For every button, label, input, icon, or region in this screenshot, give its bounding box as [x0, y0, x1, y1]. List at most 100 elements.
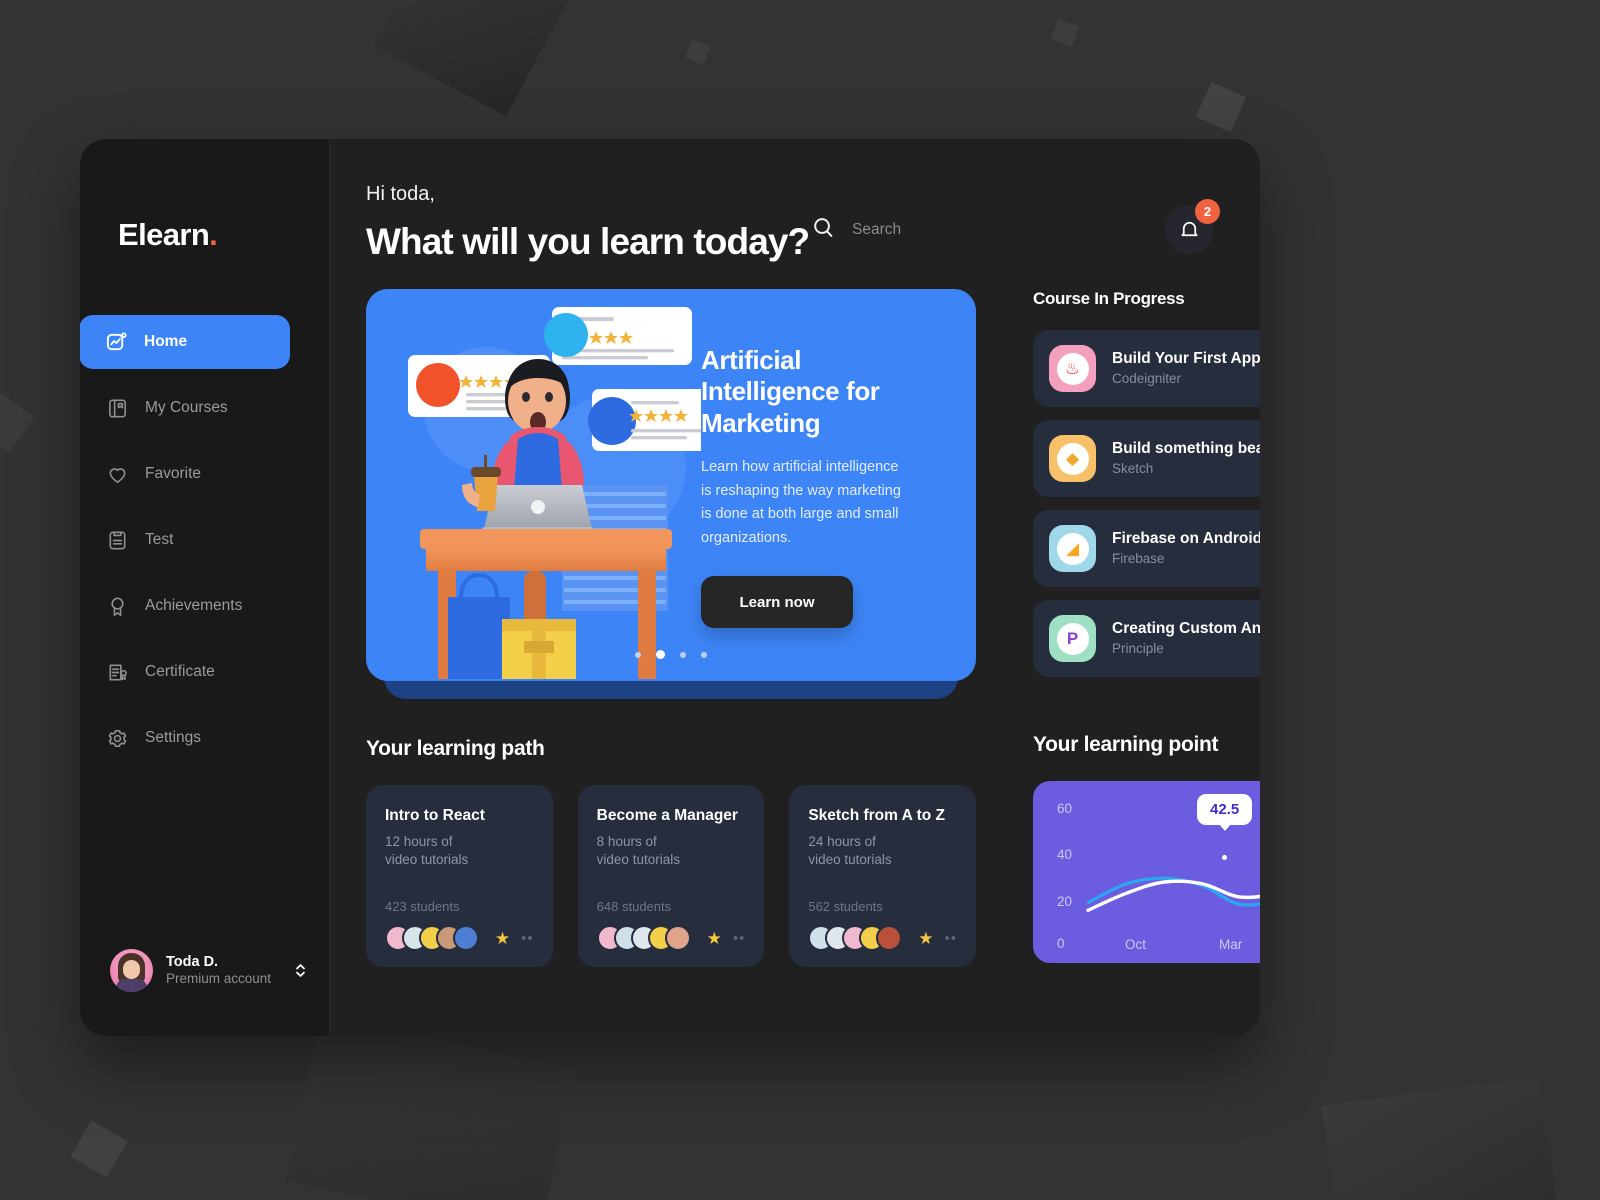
hero-title: Artificial Intelligence for Marketing — [701, 345, 880, 438]
bg-shape — [1195, 81, 1247, 133]
sidebar-item-home[interactable]: Home — [80, 315, 290, 369]
section-title-course-in-progress: Course In Progress — [1033, 289, 1185, 308]
hero-banner: Artificial Intelligence for Marketing Le… — [366, 289, 976, 681]
sidebar-item-my-courses[interactable]: My Courses — [80, 381, 329, 435]
learning-path-card[interactable]: Intro to React 12 hours of video tutorial… — [366, 785, 553, 967]
medal-icon — [106, 595, 129, 618]
course-platform: Codeigniter — [1112, 370, 1182, 386]
notification-badge: 2 — [1195, 199, 1220, 224]
course-in-progress-section: Course In Progress ♨ Build Your First Ap… — [1033, 289, 1260, 677]
x-tick-mar: Mar — [1219, 937, 1243, 952]
bg-shape — [684, 38, 712, 66]
sketch-icon: ◆ — [1049, 435, 1096, 482]
bg-shape — [285, 1014, 575, 1200]
course-item[interactable]: ◆ Build something beautiful Sketch › — [1033, 420, 1260, 497]
card-title: Sketch from A to Z — [808, 807, 945, 824]
app-window: Elearn. Home My Courses Favorite Test Ac… — [80, 139, 1260, 1036]
course-platform: Firebase — [1112, 550, 1165, 566]
gear-icon — [106, 727, 129, 750]
card-hours: 8 hours of video tutorials — [596, 834, 680, 868]
sidebar-item-settings[interactable]: Settings — [80, 711, 329, 765]
home-chart-icon — [105, 331, 128, 354]
y-tick-60: 60 — [1057, 801, 1073, 816]
carousel-dot[interactable] — [635, 651, 641, 658]
learning-point-section: Your learning point 60 40 20 0 Oct Mar J… — [1033, 733, 1260, 963]
course-item[interactable]: ◢ Firebase on Android: Cloud Fire Fireba… — [1033, 510, 1260, 587]
codeigniter-icon: ♨ — [1049, 345, 1096, 392]
learning-point-chart[interactable]: 60 40 20 0 Oct Mar Jul Aug 42.5 — [1033, 781, 1260, 963]
bg-shape — [0, 391, 35, 453]
sidebar-item-label: Home — [144, 333, 188, 350]
search-input[interactable] — [852, 220, 1072, 239]
carousel-dots — [366, 650, 976, 659]
firebase-icon: ◢ — [1049, 525, 1096, 572]
topbar: Hi toda, What will you learn today? Sear… — [366, 183, 1220, 263]
bg-shape — [1321, 1075, 1559, 1200]
book-icon — [106, 397, 129, 420]
sidebar-item-test[interactable]: Test — [80, 513, 329, 567]
card-students: 423 students — [385, 899, 460, 914]
course-platform: Principle — [1112, 640, 1164, 656]
y-tick-0: 0 — [1057, 936, 1065, 951]
card-students: 648 students — [596, 899, 672, 914]
principle-icon: P — [1049, 615, 1096, 662]
course-platform: Sketch — [1112, 460, 1154, 476]
chart-point-marker — [1222, 855, 1227, 860]
star-icon[interactable]: ★ — [918, 930, 933, 947]
learning-path-card[interactable]: Sketch from A to Z 24 hours of video tuto… — [789, 785, 977, 967]
hero-description: Learn how artificial intelligence is res… — [701, 459, 901, 546]
y-tick-20: 20 — [1057, 894, 1073, 909]
sidebar-item-label: Achievements — [145, 597, 243, 614]
course-name: Creating Custom Animations — [1112, 619, 1260, 637]
sidebar-item-label: Favorite — [145, 465, 201, 482]
hero-carousel: Artificial Intelligence for Marketing Le… — [366, 289, 976, 699]
more-options-icon[interactable]: •• — [733, 931, 746, 946]
carousel-dot[interactable] — [680, 651, 686, 658]
brand-logo[interactable]: Elearn. — [80, 139, 329, 253]
card-title: Intro to React — [385, 807, 485, 824]
star-icon[interactable]: ★ — [707, 930, 722, 947]
avatar-stack — [385, 925, 479, 951]
sidebar-item-label: Certificate — [145, 663, 215, 680]
user-account-switcher[interactable]: Toda D. Premium account — [80, 949, 329, 1036]
y-tick-40: 40 — [1057, 847, 1073, 862]
course-name: Firebase on Android: Cloud Fire — [1112, 529, 1260, 547]
card-hours: 12 hours of video tutorials — [385, 834, 469, 868]
avatar-stack — [596, 925, 691, 951]
hero-illustration — [366, 289, 722, 681]
clipboard-icon — [106, 529, 129, 552]
more-options-icon[interactable]: •• — [945, 931, 958, 946]
sidebar-item-certificate[interactable]: Certificate — [80, 645, 329, 699]
learn-now-button[interactable]: Learn now — [701, 576, 853, 629]
course-item[interactable]: ♨ Build Your First Application Codeignit… — [1033, 330, 1260, 407]
search-bar[interactable] — [811, 215, 1111, 245]
brand-dot: . — [209, 217, 218, 252]
sidebar-item-favorite[interactable]: Favorite — [80, 447, 329, 501]
sidebar-item-label: My Courses — [145, 399, 228, 416]
sidebar-nav: Home My Courses Favorite Test Achievemen… — [80, 315, 329, 766]
carousel-dot-active[interactable] — [656, 650, 665, 659]
sidebar-item-label: Settings — [145, 729, 202, 746]
brand-name: Elearn — [118, 217, 210, 252]
user-plan: Premium account — [166, 971, 272, 987]
page-greeting: Hi toda, What will you learn today? — [366, 183, 810, 263]
course-item[interactable]: P Creating Custom Animations Principle › — [1033, 600, 1260, 677]
section-title-learning-path: Your learning path — [366, 737, 545, 760]
avatar-stack — [808, 925, 903, 951]
star-icon[interactable]: ★ — [495, 930, 510, 947]
page-title: What will you learn today? — [366, 221, 810, 262]
course-name: Build Your First Application — [1112, 349, 1260, 367]
main-content: Hi toda, What will you learn today? Sear… — [330, 139, 1260, 1036]
sidebar-item-achievements[interactable]: Achievements — [80, 579, 329, 633]
learning-path-section: Your learning path Intro to React 12 hou… — [366, 737, 977, 967]
heart-icon — [106, 463, 129, 486]
more-options-icon[interactable]: •• — [521, 931, 534, 946]
carousel-dot[interactable] — [701, 651, 707, 658]
x-tick-oct: Oct — [1125, 937, 1147, 952]
chevron-updown-icon[interactable] — [294, 962, 307, 979]
bg-shape — [1051, 19, 1079, 47]
learning-path-card[interactable]: Become a Manager 8 hours of video tutoria… — [577, 785, 765, 967]
section-title-learning-point: Your learning point — [1033, 733, 1219, 756]
bg-shape — [373, 0, 577, 117]
avatar — [110, 949, 153, 992]
